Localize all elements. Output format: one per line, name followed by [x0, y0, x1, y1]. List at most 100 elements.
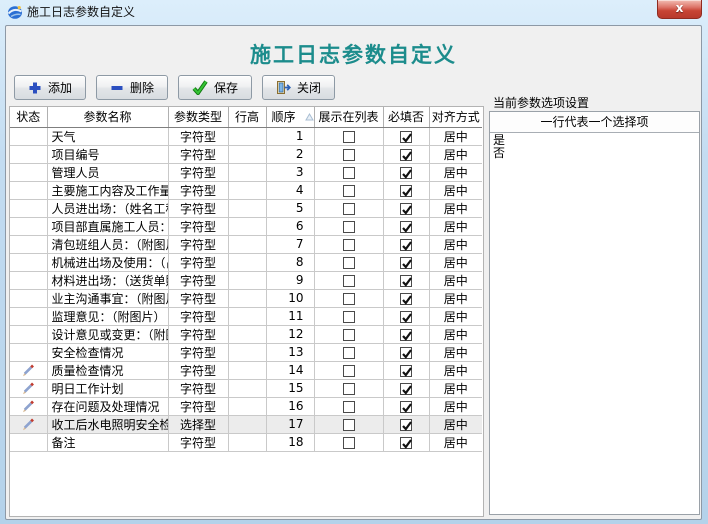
checkbox-unchecked[interactable]	[343, 131, 355, 143]
table-row[interactable]: 主要施工内容及工作量：字符型4居中	[10, 181, 482, 199]
param-type-cell[interactable]: 字符型	[168, 343, 228, 361]
checkbox-unchecked[interactable]	[343, 347, 355, 359]
param-type-cell[interactable]: 字符型	[168, 199, 228, 217]
param-name-cell[interactable]: 管理人员	[47, 163, 168, 181]
header-align[interactable]: 对齐方式	[429, 107, 482, 127]
row-height-cell[interactable]	[228, 145, 266, 163]
checkbox-unchecked[interactable]	[343, 419, 355, 431]
order-cell[interactable]: 11	[266, 307, 314, 325]
param-type-cell[interactable]: 字符型	[168, 145, 228, 163]
param-type-cell[interactable]: 字符型	[168, 307, 228, 325]
align-cell[interactable]: 居中	[429, 181, 482, 199]
param-name-cell[interactable]: 人员进出场：（姓名工种	[47, 199, 168, 217]
row-height-cell[interactable]	[228, 397, 266, 415]
order-cell[interactable]: 6	[266, 217, 314, 235]
order-cell[interactable]: 3	[266, 163, 314, 181]
order-cell[interactable]: 2	[266, 145, 314, 163]
checkbox-unchecked[interactable]	[343, 365, 355, 377]
param-type-cell[interactable]: 字符型	[168, 235, 228, 253]
table-row[interactable]: 材料进出场：（送货单照字符型9居中	[10, 271, 482, 289]
align-cell[interactable]: 居中	[429, 271, 482, 289]
table-row[interactable]: 机械进出场及使用：（占字符型8居中	[10, 253, 482, 271]
param-type-cell[interactable]: 字符型	[168, 379, 228, 397]
checkbox-checked[interactable]	[400, 275, 412, 287]
align-cell[interactable]: 居中	[429, 217, 482, 235]
checkbox-checked[interactable]	[400, 365, 412, 377]
table-row[interactable]: 明日工作计划字符型15居中	[10, 379, 482, 397]
table-row[interactable]: 质量检查情况字符型 14 居中	[10, 361, 482, 379]
align-cell[interactable]: 居中	[429, 361, 482, 379]
table-row[interactable]: 备注字符型 18 居中	[10, 433, 482, 451]
table-row[interactable]: 存在问题及处理情况字符型16居中	[10, 397, 482, 415]
align-cell[interactable]: 居中	[429, 433, 482, 451]
param-type-cell[interactable]: 字符型	[168, 127, 228, 145]
align-cell[interactable]: 居中	[429, 343, 482, 361]
table-row[interactable]: 收工后水电照明安全检查选择型17居中	[10, 415, 482, 433]
row-height-cell[interactable]	[228, 199, 266, 217]
table-row[interactable]: 管理人员字符型3居中	[10, 163, 482, 181]
table-row[interactable]: 项目编号字符型 2 居中	[10, 145, 482, 163]
checkbox-checked[interactable]	[400, 311, 412, 323]
checkbox-unchecked[interactable]	[343, 329, 355, 341]
param-name-cell[interactable]: 收工后水电照明安全检查	[47, 415, 168, 433]
checkbox-unchecked[interactable]	[343, 221, 355, 233]
save-button[interactable]: 保存	[178, 75, 252, 100]
order-cell[interactable]: 7	[266, 235, 314, 253]
checkbox-checked[interactable]	[400, 203, 412, 215]
param-name-cell[interactable]: 备注	[47, 433, 168, 451]
param-type-cell[interactable]: 字符型	[168, 253, 228, 271]
align-cell[interactable]: 居中	[429, 145, 482, 163]
checkbox-unchecked[interactable]	[343, 293, 355, 305]
param-type-cell[interactable]: 字符型	[168, 361, 228, 379]
row-height-cell[interactable]	[228, 433, 266, 451]
order-cell[interactable]: 4	[266, 181, 314, 199]
align-cell[interactable]: 居中	[429, 397, 482, 415]
order-cell[interactable]: 17	[266, 415, 314, 433]
order-cell[interactable]: 8	[266, 253, 314, 271]
table-row[interactable]: 安全检查情况字符型13居中	[10, 343, 482, 361]
param-name-cell[interactable]: 存在问题及处理情况	[47, 397, 168, 415]
header-status[interactable]: 状态	[10, 107, 47, 127]
param-name-cell[interactable]: 明日工作计划	[47, 379, 168, 397]
add-button[interactable]: 添加	[14, 75, 86, 100]
param-type-cell[interactable]: 字符型	[168, 217, 228, 235]
checkbox-checked[interactable]	[400, 185, 412, 197]
param-name-cell[interactable]: 机械进出场及使用：（占	[47, 253, 168, 271]
checkbox-checked[interactable]	[400, 149, 412, 161]
row-height-cell[interactable]	[228, 415, 266, 433]
param-type-cell[interactable]: 字符型	[168, 433, 228, 451]
header-param-type[interactable]: 参数类型	[168, 107, 228, 127]
table-row[interactable]: 人员进出场：（姓名工种字符型5居中	[10, 199, 482, 217]
align-cell[interactable]: 居中	[429, 325, 482, 343]
checkbox-checked[interactable]	[400, 131, 412, 143]
order-cell[interactable]: 18	[266, 433, 314, 451]
row-height-cell[interactable]	[228, 181, 266, 199]
checkbox-checked[interactable]	[400, 437, 412, 449]
row-height-cell[interactable]	[228, 163, 266, 181]
param-name-cell[interactable]: 业主沟通事宜：（附图片	[47, 289, 168, 307]
param-name-cell[interactable]: 质量检查情况	[47, 361, 168, 379]
table-row[interactable]: 设计意见或变更：（附图字符型12居中	[10, 325, 482, 343]
param-type-cell[interactable]: 字符型	[168, 289, 228, 307]
checkbox-unchecked[interactable]	[343, 167, 355, 179]
table-row[interactable]: 监理意见：（附图片）字符型11居中	[10, 307, 482, 325]
param-name-cell[interactable]: 清包班组人员：（附图片	[47, 235, 168, 253]
order-cell[interactable]: 16	[266, 397, 314, 415]
checkbox-checked[interactable]	[400, 167, 412, 179]
order-cell[interactable]: 14	[266, 361, 314, 379]
checkbox-unchecked[interactable]	[343, 383, 355, 395]
close-button[interactable]: x	[657, 0, 702, 19]
order-cell[interactable]: 5	[266, 199, 314, 217]
checkbox-unchecked[interactable]	[343, 311, 355, 323]
align-cell[interactable]: 居中	[429, 307, 482, 325]
row-height-cell[interactable]	[228, 289, 266, 307]
table-row[interactable]: 业主沟通事宜：（附图片字符型10居中	[10, 289, 482, 307]
param-type-cell[interactable]: 选择型	[168, 415, 228, 433]
param-name-cell[interactable]: 项目编号	[47, 145, 168, 163]
param-name-cell[interactable]: 项目部直属施工人员：	[47, 217, 168, 235]
row-height-cell[interactable]	[228, 325, 266, 343]
order-cell[interactable]: 15	[266, 379, 314, 397]
param-name-cell[interactable]: 天气	[47, 127, 168, 145]
param-name-cell[interactable]: 材料进出场：（送货单照	[47, 271, 168, 289]
row-height-cell[interactable]	[228, 217, 266, 235]
